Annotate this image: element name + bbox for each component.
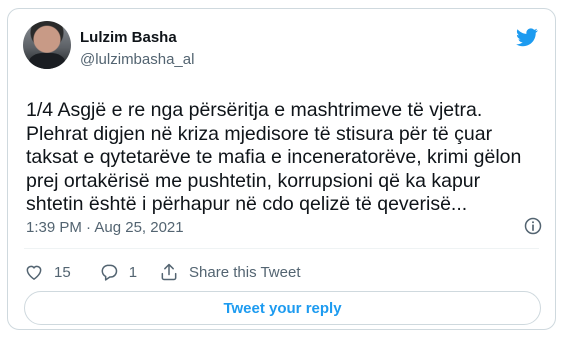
avatar[interactable] [23,21,71,69]
info-icon[interactable] [523,216,543,236]
tweet-timestamp[interactable]: 1:39 PM · Aug 25, 2021 [26,219,184,236]
twitter-bird-icon[interactable] [514,26,540,48]
reply-icon [101,264,117,281]
tweet-text: 1/4 Asgjë e re nga përsëritja e mashtrim… [26,99,522,215]
like-count: 15 [54,263,71,281]
like-button[interactable]: 15 [24,262,71,282]
share-icon [161,263,177,281]
reply-button[interactable]: 1 [99,262,137,282]
author-name[interactable]: Lulzim Basha [80,29,177,46]
tweet-actions: 15 1 Share this Tweet [24,259,300,285]
share-button[interactable]: Share this Tweet [159,262,300,282]
heart-icon [26,265,42,280]
reply-count: 1 [128,263,138,281]
share-label: Share this Tweet [189,263,301,281]
tweet-card: Lulzim Basha @lulzimbasha_al 1/4 Asgjë e… [7,8,556,330]
divider [24,248,539,249]
tweet-your-reply-button[interactable]: Tweet your reply [24,291,541,325]
author-handle[interactable]: @lulzimbasha_al [80,51,194,68]
